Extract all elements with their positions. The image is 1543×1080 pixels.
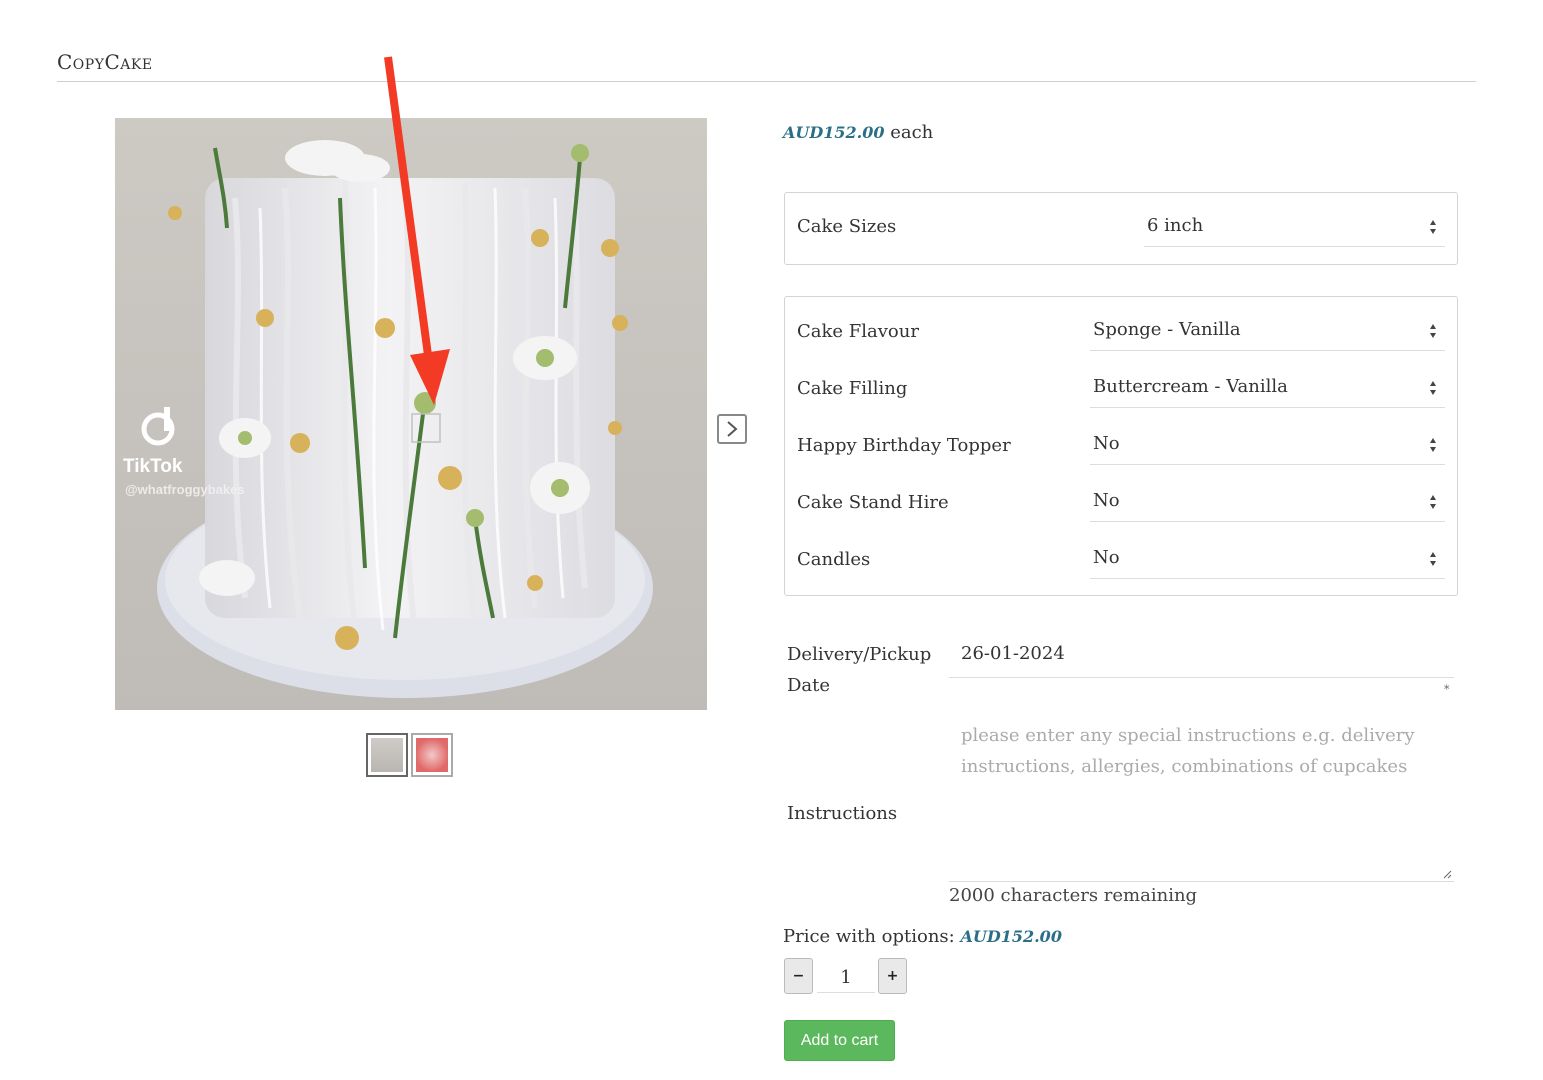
sort-arrows-icon: [1430, 381, 1436, 395]
cake-flavour-select[interactable]: Sponge - Vanilla: [1090, 315, 1445, 351]
candles-value: No: [1093, 547, 1120, 568]
cake-stand-hire-label: Cake Stand Hire: [797, 492, 949, 513]
annotation-arrow-icon: [384, 56, 450, 405]
birthday-topper-select[interactable]: No: [1090, 429, 1445, 465]
price-with-options-label: Price with options:: [783, 926, 955, 947]
cake-flavour-value: Sponge - Vanilla: [1093, 319, 1241, 340]
next-image-button[interactable]: [717, 414, 747, 444]
quantity-input[interactable]: 1: [817, 962, 875, 993]
cake-sizes-value: 6 inch: [1147, 215, 1204, 236]
add-to-cart-button[interactable]: Add to cart: [784, 1020, 895, 1061]
cake-sizes-select[interactable]: 6 inch: [1144, 211, 1445, 247]
delivery-date-input[interactable]: 26-01-2024: [949, 637, 1454, 678]
price-with-options: Price with options: AUD152.00: [783, 926, 1062, 947]
price-suffix: each: [890, 122, 934, 143]
birthday-topper-label: Happy Birthday Topper: [797, 435, 1011, 456]
watermark-brand: TikTok: [123, 456, 183, 477]
delivery-date-label-line1: Delivery/Pickup: [787, 644, 932, 665]
cake-flavour-label: Cake Flavour: [797, 321, 919, 342]
thumbnail-1[interactable]: [366, 733, 408, 777]
chevron-right-icon: [727, 421, 738, 437]
sort-arrows-icon: [1430, 220, 1436, 234]
cake-stand-hire-select[interactable]: No: [1090, 486, 1445, 522]
cake-stand-hire-value: No: [1093, 490, 1120, 511]
required-marker: *: [1444, 683, 1450, 696]
cake-options-box: Cake Flavour Sponge - Vanilla Cake Filli…: [784, 296, 1458, 596]
cake-sizes-label: Cake Sizes: [797, 216, 897, 237]
instructions-placeholder: please enter any special instructions e.…: [961, 725, 1415, 777]
title-divider: [57, 81, 1476, 82]
price-amount: AUD152.00: [783, 123, 885, 142]
cake-filling-select[interactable]: Buttercream - Vanilla: [1090, 372, 1445, 408]
size-options-box: Cake Sizes 6 inch: [784, 192, 1458, 265]
candles-select[interactable]: No: [1090, 543, 1445, 579]
watermark-handle: @whatfroggybakes: [125, 482, 245, 497]
candles-label: Candles: [797, 549, 871, 570]
delivery-date-label: Delivery/Pickup Date: [787, 639, 931, 701]
price-with-options-amount: AUD152.00: [960, 927, 1062, 946]
sort-arrows-icon: [1430, 495, 1436, 509]
thumbnail-image: [416, 738, 448, 772]
instructions-textarea[interactable]: please enter any special instructions e.…: [949, 716, 1454, 882]
unit-price: AUD152.00 each: [783, 122, 933, 143]
sort-arrows-icon: [1430, 438, 1436, 452]
sort-arrows-icon: [1430, 552, 1436, 566]
thumbnail-image: [371, 738, 403, 772]
characters-remaining: 2000 characters remaining: [949, 885, 1198, 906]
thumbnail-2[interactable]: [411, 733, 453, 777]
cake-filling-value: Buttercream - Vanilla: [1093, 376, 1288, 397]
cake-filling-label: Cake Filling: [797, 378, 908, 399]
birthday-topper-value: No: [1093, 433, 1120, 454]
delivery-date-label-line2: Date: [787, 675, 831, 696]
resize-handle-icon[interactable]: [1442, 869, 1452, 879]
quantity-increase-button[interactable]: +: [878, 958, 907, 994]
page-title: CopyCake: [57, 50, 153, 74]
quantity-decrease-button[interactable]: −: [784, 958, 813, 994]
sort-arrows-icon: [1430, 324, 1436, 338]
instructions-label: Instructions: [787, 803, 898, 824]
